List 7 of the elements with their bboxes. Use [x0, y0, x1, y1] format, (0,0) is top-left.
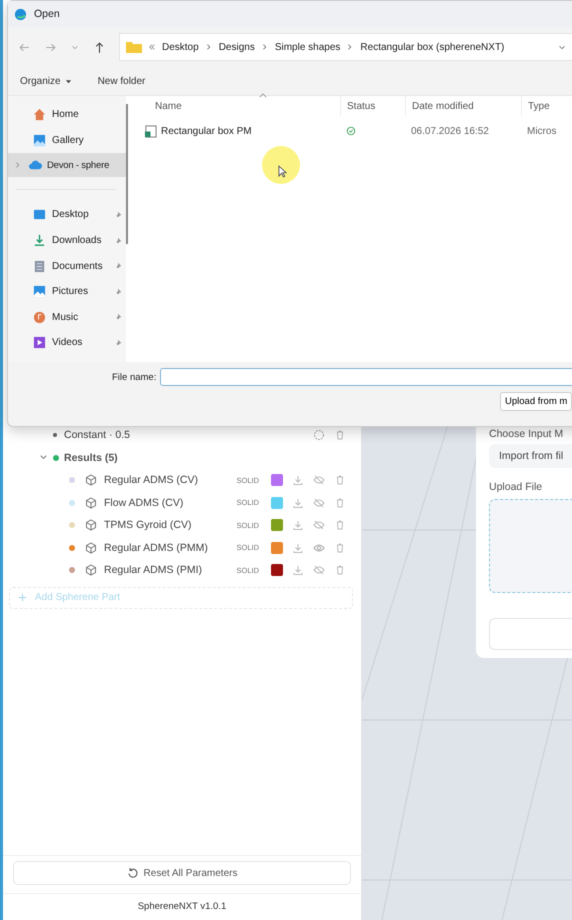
field-label: Upload File [489, 481, 544, 493]
file-type: Micros [526, 124, 556, 138]
field-label: File name: [112, 372, 156, 382]
version-label: SphereneNXT v1.0.1 [3, 893, 361, 920]
window-title: Open [34, 8, 60, 20]
date-modified: 06.07.2026 16:52 [410, 124, 490, 138]
panel-heading: Choose Input M [489, 428, 564, 440]
